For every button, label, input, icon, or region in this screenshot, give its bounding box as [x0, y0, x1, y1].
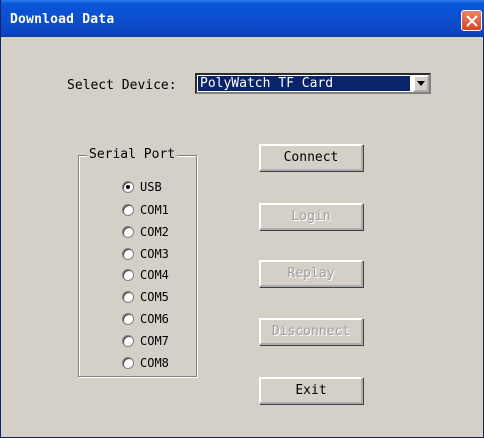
select-device-label: Select Device:: [67, 78, 177, 93]
serial-port-group-title: Serial Port: [87, 147, 178, 162]
disconnect-button[interactable]: Disconnect: [259, 318, 363, 345]
radio-button[interactable]: [122, 204, 134, 216]
radio-button[interactable]: [122, 181, 134, 193]
radio-label: COM8: [140, 356, 169, 370]
radio-button[interactable]: [122, 226, 134, 238]
radio-button[interactable]: [122, 357, 134, 369]
replay-button[interactable]: Replay: [259, 260, 363, 287]
radio-com7[interactable]: COM7: [122, 333, 169, 349]
radio-button[interactable]: [122, 335, 134, 347]
radio-label: USB: [140, 180, 162, 194]
radio-label: COM2: [140, 225, 169, 239]
exit-button[interactable]: Exit: [259, 377, 363, 404]
title-bar[interactable]: Download Data: [1, 0, 484, 37]
radio-com5[interactable]: COM5: [122, 289, 169, 305]
radio-com2[interactable]: COM2: [122, 224, 169, 240]
radio-label: COM5: [140, 290, 169, 304]
download-data-window: Download Data Select Device: PolyWatch T…: [0, 0, 484, 438]
connect-button[interactable]: Connect: [259, 144, 363, 171]
radio-com3[interactable]: COM3: [122, 246, 169, 262]
login-button[interactable]: Login: [259, 203, 363, 230]
radio-usb[interactable]: USB: [122, 179, 162, 195]
close-button[interactable]: [461, 10, 482, 31]
radio-button[interactable]: [122, 313, 134, 325]
chevron-down-icon: [417, 81, 425, 86]
window-title: Download Data: [10, 12, 115, 27]
radio-label: COM6: [140, 312, 169, 326]
device-dropdown-button[interactable]: [413, 75, 429, 92]
radio-label: COM7: [140, 334, 169, 348]
radio-label: COM1: [140, 203, 169, 217]
radio-button[interactable]: [122, 269, 134, 281]
radio-label: COM3: [140, 247, 169, 261]
radio-label: COM4: [140, 268, 169, 282]
radio-com1[interactable]: COM1: [122, 202, 169, 218]
device-select-value: PolyWatch TF Card: [198, 76, 410, 91]
device-select[interactable]: PolyWatch TF Card: [195, 73, 431, 94]
close-icon: [466, 15, 478, 27]
radio-com4[interactable]: COM4: [122, 267, 169, 283]
radio-com6[interactable]: COM6: [122, 311, 169, 327]
radio-com8[interactable]: COM8: [122, 355, 169, 371]
radio-button[interactable]: [122, 248, 134, 260]
radio-button[interactable]: [122, 291, 134, 303]
